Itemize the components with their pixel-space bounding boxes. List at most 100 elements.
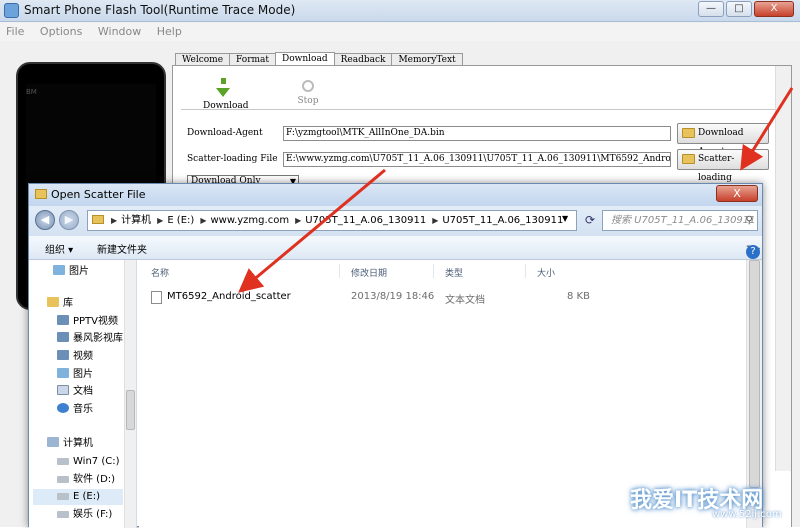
column-modified[interactable]: 修改日期 — [351, 266, 387, 279]
nav-item-label: 图片 — [73, 369, 93, 380]
breadcrumb-separator: ▶ — [111, 216, 118, 225]
site-watermark: 我爱IT技术网 www.52ij.com — [600, 478, 800, 527]
address-row: ◀ ▶ ▶ 计算机 ▶ E (E:) ▶ www.yzmg.com ▶ U705T_11_A.… — [29, 206, 762, 236]
nav-item-pictures[interactable]: 图片 — [53, 264, 89, 280]
folder-icon — [35, 189, 47, 199]
video-icon — [57, 332, 69, 342]
download-agent-label: Download-Agent — [187, 128, 263, 138]
forward-button[interactable]: ▶ — [59, 210, 79, 230]
file-date: 2013/8/19 18:46 — [351, 291, 435, 302]
panel-scrollbar[interactable] — [775, 66, 791, 471]
documents-icon — [57, 385, 69, 395]
nav-item-pictures-lib[interactable]: 图片 — [57, 367, 93, 383]
nav-item-label: 暴风影视库 — [73, 333, 123, 344]
column-name[interactable]: 名称 — [151, 266, 169, 279]
computer-icon — [47, 437, 59, 447]
window-title: Smart Phone Flash Tool(Runtime Trace Mod… — [24, 3, 296, 17]
organize-button[interactable]: 组织 ▾ — [45, 241, 73, 256]
app-icon — [4, 3, 19, 18]
video-icon — [57, 350, 69, 360]
scroll-thumb[interactable] — [126, 390, 135, 430]
search-placeholder: 搜索 U705T_11_A.06_130911 — [611, 215, 756, 226]
drive-icon — [57, 476, 69, 483]
pictures-icon — [53, 265, 65, 275]
nav-item-label: Win7 (C:) — [73, 456, 120, 467]
download-tool-button[interactable]: Download — [203, 78, 249, 111]
nav-item-videos[interactable]: 视频 — [57, 349, 93, 365]
search-input[interactable]: 搜索 U705T_11_A.06_130911 ⚲ — [602, 210, 758, 231]
drive-icon — [57, 458, 69, 465]
back-button[interactable]: ◀ — [35, 210, 55, 230]
nav-item-drive-f[interactable]: 娱乐 (F:) — [57, 507, 112, 523]
column-type[interactable]: 类型 — [445, 266, 463, 279]
navigation-pane: 图片 库 PPTV视频 暴风影视库 视频 图片 文档 音乐 计算机 Win7 (… — [29, 260, 137, 528]
menu-help[interactable]: Help — [151, 23, 188, 38]
nav-item-drive-d[interactable]: 软件 (D:) — [57, 472, 115, 488]
maximize-button[interactable]: □ — [726, 1, 752, 17]
phone-brand: BM — [26, 88, 37, 96]
address-dropdown-icon[interactable]: ▼ — [562, 214, 568, 223]
dialog-title-bar: Open Scatter File X — [29, 184, 762, 206]
scatter-loading-button-label: Scatter-loading — [698, 154, 735, 183]
download-arrow-icon — [220, 78, 226, 84]
text-file-icon — [151, 291, 162, 304]
nav-item-label: 娱乐 (F:) — [73, 509, 113, 520]
new-folder-button[interactable]: 新建文件夹 — [97, 241, 147, 256]
file-name: MT6592_Android_scatter — [167, 291, 291, 302]
nav-item-label: 图片 — [69, 266, 89, 277]
nav-item-label: 计算机 — [63, 438, 93, 449]
breadcrumb-site-folder[interactable]: www.yzmg.com — [210, 215, 289, 226]
music-icon — [57, 403, 69, 413]
nav-item-computer[interactable]: 计算机 — [47, 436, 93, 452]
file-size: 8 KB — [567, 291, 590, 302]
scatter-file-field[interactable]: E:\www.yzmg.com\U705T_11_A.06_130911\U70… — [283, 152, 671, 167]
scatter-loading-button[interactable]: Scatter-loading — [677, 149, 769, 183]
nav-item-drive-c[interactable]: Win7 (C:) — [57, 454, 119, 470]
download-agent-field[interactable]: F:\yzmgtool\MTK_AllInOne_DA.bin — [283, 126, 671, 141]
nav-item-label: 视频 — [73, 351, 93, 362]
library-icon — [47, 297, 59, 307]
help-icon[interactable]: ? — [746, 245, 760, 259]
file-row[interactable]: MT6592_Android_scatter 2013/8/19 18:46 文… — [147, 288, 597, 306]
minimize-button[interactable]: — — [698, 1, 724, 17]
column-size[interactable]: 大小 — [537, 266, 555, 279]
pictures-icon — [57, 368, 69, 378]
video-icon — [57, 315, 69, 325]
menu-window[interactable]: Window — [92, 23, 147, 38]
menu-file[interactable]: File — [0, 23, 30, 38]
download-agent-button[interactable]: Download Agent — [677, 123, 769, 157]
search-icon: ⚲ — [745, 215, 753, 226]
toolbar-divider — [181, 109, 786, 110]
nav-item-library[interactable]: 库 — [47, 296, 73, 312]
nav-item-pptv[interactable]: PPTV视频 — [57, 314, 118, 330]
dialog-title: Open Scatter File — [51, 188, 146, 201]
drive-icon — [57, 493, 69, 500]
nav-item-label: PPTV视频 — [73, 316, 119, 327]
drive-icon — [57, 511, 69, 518]
dialog-close-button[interactable]: X — [716, 185, 758, 202]
nav-item-music[interactable]: 音乐 — [57, 402, 93, 418]
command-bar: 组织 ▾ 新建文件夹 ☰▾ ▭ ? — [29, 236, 762, 260]
breadcrumb-drive-e[interactable]: E (E:) — [167, 215, 194, 226]
nav-item-label: E (E:) — [73, 491, 100, 502]
address-bar[interactable]: ▶ 计算机 ▶ E (E:) ▶ www.yzmg.com ▶ U705T_11_A.06_1… — [87, 210, 577, 231]
nav-item-drive-e[interactable]: E (E:) — [33, 489, 123, 505]
nav-item-label: 软件 (D:) — [73, 474, 116, 485]
nav-item-baofeng[interactable]: 暴风影视库 — [57, 331, 123, 347]
title-bar: Smart Phone Flash Tool(Runtime Trace Mod… — [0, 0, 800, 22]
open-scatter-file-dialog: Open Scatter File X ◀ ▶ ▶ 计算机 ▶ E (E:) ▶ www.… — [28, 183, 763, 528]
breadcrumb-current-folder[interactable]: U705T_11_A.06_130911 — [442, 215, 563, 226]
stop-label: Stop — [297, 96, 319, 106]
scroll-thumb[interactable] — [749, 260, 760, 488]
stop-tool-button[interactable]: Stop — [291, 78, 325, 106]
close-button[interactable]: X — [754, 1, 794, 17]
nav-item-label: 文档 — [73, 386, 93, 397]
breadcrumb-computer[interactable]: 计算机 — [121, 215, 151, 226]
breadcrumb-firmware-folder[interactable]: U705T_11_A.06_130911 — [305, 215, 426, 226]
menu-options[interactable]: Options — [34, 23, 88, 38]
nav-item-documents[interactable]: 文档 — [57, 384, 93, 400]
refresh-icon[interactable]: ⟳ — [581, 210, 599, 231]
navigation-scrollbar[interactable] — [124, 260, 136, 528]
file-type: 文本文档 — [445, 295, 485, 306]
tab-strip: Welcome Format Download Readback MemoryText — [175, 51, 463, 68]
